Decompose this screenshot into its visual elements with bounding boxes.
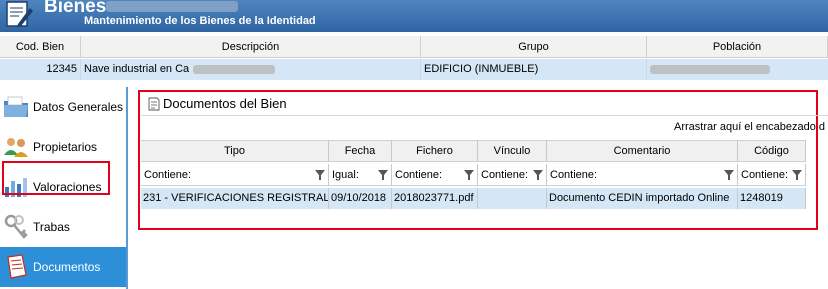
filter-icon[interactable] bbox=[315, 170, 325, 180]
filter-icon[interactable] bbox=[464, 170, 474, 180]
sidebar-item-documentos[interactable]: Documentos bbox=[0, 247, 126, 287]
cell-descripcion-text: Nave industrial en Ca bbox=[84, 63, 190, 75]
table-row-cell-vinculo[interactable] bbox=[478, 188, 547, 209]
filter-icon[interactable] bbox=[378, 170, 388, 180]
table-row-cell-fichero[interactable]: 2018023771.pdf bbox=[392, 188, 478, 209]
folder-icon bbox=[4, 96, 28, 117]
column-header-comentario[interactable]: Comentario bbox=[547, 140, 738, 162]
documentos-highlight-box bbox=[2, 161, 110, 195]
users-icon bbox=[4, 138, 28, 157]
filter-icon[interactable] bbox=[792, 170, 802, 180]
redacted-text bbox=[650, 64, 770, 74]
filter-tipo[interactable]: Contiene: bbox=[141, 164, 329, 186]
column-header-cod-bien[interactable]: Cod. Bien bbox=[0, 36, 81, 58]
filter-operator: Contiene: bbox=[741, 169, 789, 181]
column-header-fecha[interactable]: Fecha bbox=[329, 140, 392, 162]
group-by-hint[interactable]: Arrastrar aquí el encabezado d bbox=[674, 121, 825, 133]
column-header-codigo[interactable]: Código bbox=[738, 140, 806, 162]
sidebar-item-datos-generales[interactable]: Datos Generales bbox=[0, 87, 126, 127]
sidebar-item-label: Documentos bbox=[33, 260, 101, 274]
cell-grupo[interactable]: EDIFICIO (INMUEBLE) bbox=[421, 59, 647, 80]
cell-poblacion[interactable] bbox=[647, 59, 828, 80]
redacted-text bbox=[193, 64, 276, 74]
filter-operator: Contiene: bbox=[481, 169, 529, 181]
table-row-cell-tipo[interactable]: 231 - VERIFICACIONES REGISTRALES bbox=[141, 188, 329, 209]
filter-fecha[interactable]: Igual: bbox=[329, 164, 392, 186]
panel-divider bbox=[141, 115, 828, 116]
filter-operator: Contiene: bbox=[144, 169, 192, 181]
table-row-cell-comentario[interactable]: Documento CEDIN importado Online bbox=[547, 188, 738, 209]
edit-document-icon bbox=[6, 1, 33, 27]
sidebar-item-label: Propietarios bbox=[33, 140, 98, 154]
redacted-entity-name bbox=[106, 1, 238, 12]
sidebar-item-label: Trabas bbox=[33, 220, 70, 234]
cell-cod-bien[interactable]: 12345 bbox=[0, 59, 81, 80]
document-icon bbox=[7, 254, 27, 279]
window-header: Bienes Mantenimiento de los Bienes de la… bbox=[0, 0, 828, 32]
bienes-grid: Cod. Bien Descripción Grupo Población 12… bbox=[0, 36, 828, 82]
column-header-grupo[interactable]: Grupo bbox=[421, 36, 647, 58]
filter-vinculo[interactable]: Contiene: bbox=[478, 164, 547, 186]
column-header-descripcion[interactable]: Descripción bbox=[81, 36, 421, 58]
column-header-poblacion[interactable]: Población bbox=[647, 36, 828, 58]
column-header-tipo[interactable]: Tipo bbox=[141, 140, 329, 162]
sidebar-item-label: Datos Generales bbox=[33, 100, 124, 114]
filter-icon[interactable] bbox=[533, 170, 543, 180]
table-row-cell-codigo[interactable]: 1248019 bbox=[738, 188, 806, 209]
filter-operator: Igual: bbox=[332, 169, 359, 181]
filter-comentario[interactable]: Contiene: bbox=[547, 164, 738, 186]
sidebar-item-trabas[interactable]: Trabas bbox=[0, 207, 126, 247]
panel-title-text: Documentos del Bien bbox=[163, 96, 287, 111]
column-header-fichero[interactable]: Fichero bbox=[392, 140, 478, 162]
filter-operator: Contiene: bbox=[550, 169, 598, 181]
page-subtitle: Mantenimiento de los Bienes de la Identi… bbox=[84, 15, 316, 27]
panel-title: Documentos del Bien bbox=[148, 96, 287, 111]
cell-descripcion[interactable]: Nave industrial en Ca bbox=[81, 59, 421, 80]
filter-codigo[interactable]: Contiene: bbox=[738, 164, 806, 186]
filter-operator: Contiene: bbox=[395, 169, 443, 181]
document-icon bbox=[148, 97, 160, 110]
filter-fichero[interactable]: Contiene: bbox=[392, 164, 478, 186]
column-header-vinculo[interactable]: Vínculo bbox=[478, 140, 547, 162]
table-row-cell-fecha[interactable]: 09/10/2018 bbox=[329, 188, 392, 209]
keys-icon bbox=[4, 214, 28, 239]
filter-icon[interactable] bbox=[724, 170, 734, 180]
